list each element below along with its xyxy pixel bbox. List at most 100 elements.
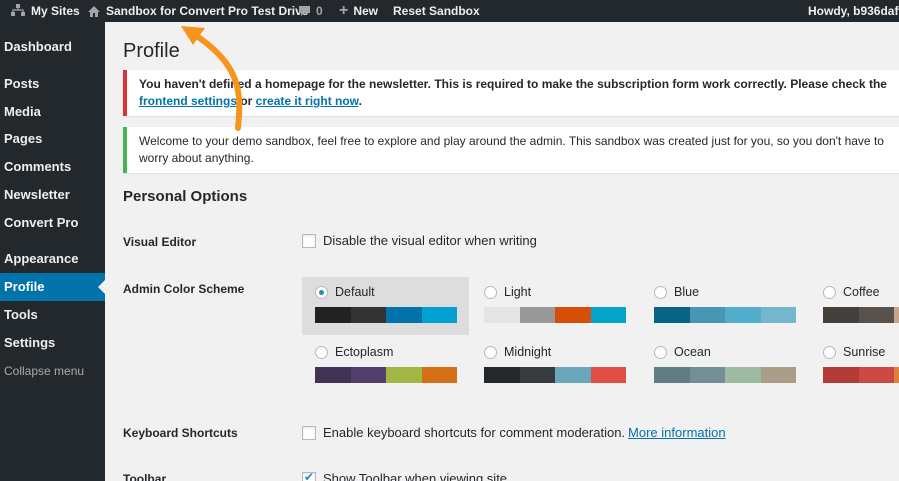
new-content-menu[interactable]: + New <box>339 0 378 22</box>
new-label: New <box>353 4 379 18</box>
sidebar-item-newsletter[interactable]: Newsletter <box>0 181 105 209</box>
newsletter-error-notice: You haven't defined a homepage for the n… <box>123 70 899 116</box>
error-notice-text: You haven't defined a homepage for the n… <box>139 77 887 91</box>
disable-visual-editor-checkbox[interactable] <box>302 233 316 248</box>
show-toolbar-checkbox[interactable] <box>302 470 316 481</box>
reset-sandbox-label: Reset Sandbox <box>393 4 480 18</box>
color-swatch <box>350 307 386 323</box>
color-scheme-midnight[interactable]: Midnight <box>471 337 638 395</box>
admin-sidebar: Dashboard Posts Media Pages Comments New… <box>0 22 105 481</box>
scheme-radio-coffee[interactable] <box>823 285 836 299</box>
my-sites-label: My Sites <box>31 4 80 18</box>
error-notice-period: . <box>358 94 362 108</box>
scheme-label-ocean: Ocean <box>654 345 711 359</box>
comments-count: 0 <box>316 4 323 18</box>
toolbar-option[interactable]: Show Toolbar when viewing site <box>302 470 508 481</box>
color-swatch <box>654 367 690 383</box>
scheme-label-light: Light <box>484 285 531 299</box>
scheme-swatches-ocean <box>654 367 796 383</box>
color-scheme-blue[interactable]: Blue <box>641 277 808 335</box>
color-swatch <box>519 307 555 323</box>
home-icon <box>88 5 100 17</box>
scheme-label-midnight: Midnight <box>484 345 551 359</box>
scheme-swatches-sunrise <box>823 367 899 383</box>
color-swatch <box>386 307 422 323</box>
welcome-notice-text: Welcome to your demo sandbox, feel free … <box>139 134 884 165</box>
color-swatch <box>858 367 894 383</box>
scheme-label-ectoplasm: Ectoplasm <box>315 345 393 359</box>
color-swatch <box>894 307 899 323</box>
sidebar-item-settings[interactable]: Settings <box>0 329 105 357</box>
scheme-radio-sunrise[interactable] <box>823 345 836 359</box>
scheme-swatches-blue <box>654 307 796 323</box>
color-swatch <box>760 367 796 383</box>
scheme-radio-default[interactable] <box>315 285 328 299</box>
color-scheme-default[interactable]: Default <box>302 277 469 335</box>
sidebar-item-comments[interactable]: Comments <box>0 153 105 181</box>
color-scheme-light[interactable]: Light <box>471 277 638 335</box>
show-toolbar-text: Show Toolbar when viewing site <box>323 471 508 481</box>
frontend-settings-link[interactable]: frontend settings <box>139 94 237 108</box>
network-sites-icon <box>11 4 25 16</box>
scheme-radio-blue[interactable] <box>654 285 667 299</box>
scheme-name-sunrise: Sunrise <box>843 345 886 359</box>
color-swatch <box>590 367 626 383</box>
user-account-menu[interactable]: Howdy, b936daffc <box>808 0 899 22</box>
admin-color-scheme-label: Admin Color Scheme <box>123 282 245 296</box>
create-it-now-link[interactable]: create it right now <box>256 94 359 108</box>
keyboard-shortcuts-checkbox[interactable] <box>302 425 316 440</box>
sidebar-item-tools[interactable]: Tools <box>0 301 105 329</box>
scheme-radio-ectoplasm[interactable] <box>315 345 328 359</box>
color-swatch <box>315 367 351 383</box>
error-notice-or: or <box>237 94 256 108</box>
scheme-name-coffee: Coffee <box>843 285 880 299</box>
scheme-name-light: Light <box>504 285 532 299</box>
color-swatch <box>823 367 859 383</box>
collapse-menu-button[interactable]: Collapse menu <box>0 357 105 385</box>
admin-bar: My Sites Sandbox for Convert Pro Test Dr… <box>0 0 899 22</box>
scheme-label-blue: Blue <box>654 285 699 299</box>
color-swatch <box>689 367 725 383</box>
main-content: Profile You haven't defined a homepage f… <box>105 22 899 481</box>
scheme-name-default: Default <box>335 285 375 299</box>
sidebar-item-appearance[interactable]: Appearance <box>0 245 105 273</box>
color-swatch <box>894 367 899 383</box>
color-scheme-coffee[interactable]: Coffee <box>810 277 899 335</box>
scheme-label-default: Default <box>315 285 375 299</box>
scheme-radio-midnight[interactable] <box>484 345 497 359</box>
sidebar-item-posts[interactable]: Posts <box>0 70 105 98</box>
visual-editor-option[interactable]: Disable the visual editor when writing <box>302 233 537 248</box>
disable-visual-editor-text: Disable the visual editor when writing <box>323 233 537 248</box>
scheme-name-ectoplasm: Ectoplasm <box>335 345 394 359</box>
color-swatch <box>519 367 555 383</box>
sidebar-item-pages[interactable]: Pages <box>0 125 105 153</box>
howdy-label: Howdy, b936daffc <box>808 4 899 18</box>
color-scheme-sunrise[interactable]: Sunrise <box>810 337 899 395</box>
page-title: Profile <box>123 40 180 62</box>
sidebar-item-media[interactable]: Media <box>0 98 105 126</box>
scheme-radio-light[interactable] <box>484 285 497 299</box>
sidebar-item-profile[interactable]: Profile <box>0 273 105 301</box>
my-sites-menu[interactable]: My Sites <box>10 0 80 22</box>
keyboard-shortcuts-option[interactable]: Enable keyboard shortcuts for comment mo… <box>302 425 726 440</box>
scheme-radio-ocean[interactable] <box>654 345 667 359</box>
comments-menu[interactable]: 0 <box>298 0 323 22</box>
sidebar-item-convert-pro[interactable]: Convert Pro <box>0 209 105 237</box>
scheme-label-sunrise: Sunrise <box>823 345 885 359</box>
keyboard-shortcuts-text: Enable keyboard shortcuts for comment mo… <box>323 425 626 440</box>
sidebar-item-dashboard[interactable]: Dashboard <box>0 33 105 61</box>
site-name-menu[interactable]: Sandbox for Convert Pro Test Drive <box>87 0 308 22</box>
comment-bubble-icon <box>299 5 310 16</box>
color-swatch <box>555 367 591 383</box>
color-swatch <box>823 307 859 323</box>
more-information-link[interactable]: More information <box>628 425 726 440</box>
color-scheme-ocean[interactable]: Ocean <box>641 337 808 395</box>
reset-sandbox-link[interactable]: Reset Sandbox <box>393 0 480 22</box>
toolbar-label: Toolbar <box>123 472 167 481</box>
scheme-label-coffee: Coffee <box>823 285 880 299</box>
scheme-swatches-light <box>484 307 626 323</box>
color-scheme-ectoplasm[interactable]: Ectoplasm <box>302 337 469 395</box>
color-swatch <box>590 307 626 323</box>
color-swatch <box>555 307 591 323</box>
scheme-swatches-default <box>315 307 457 323</box>
